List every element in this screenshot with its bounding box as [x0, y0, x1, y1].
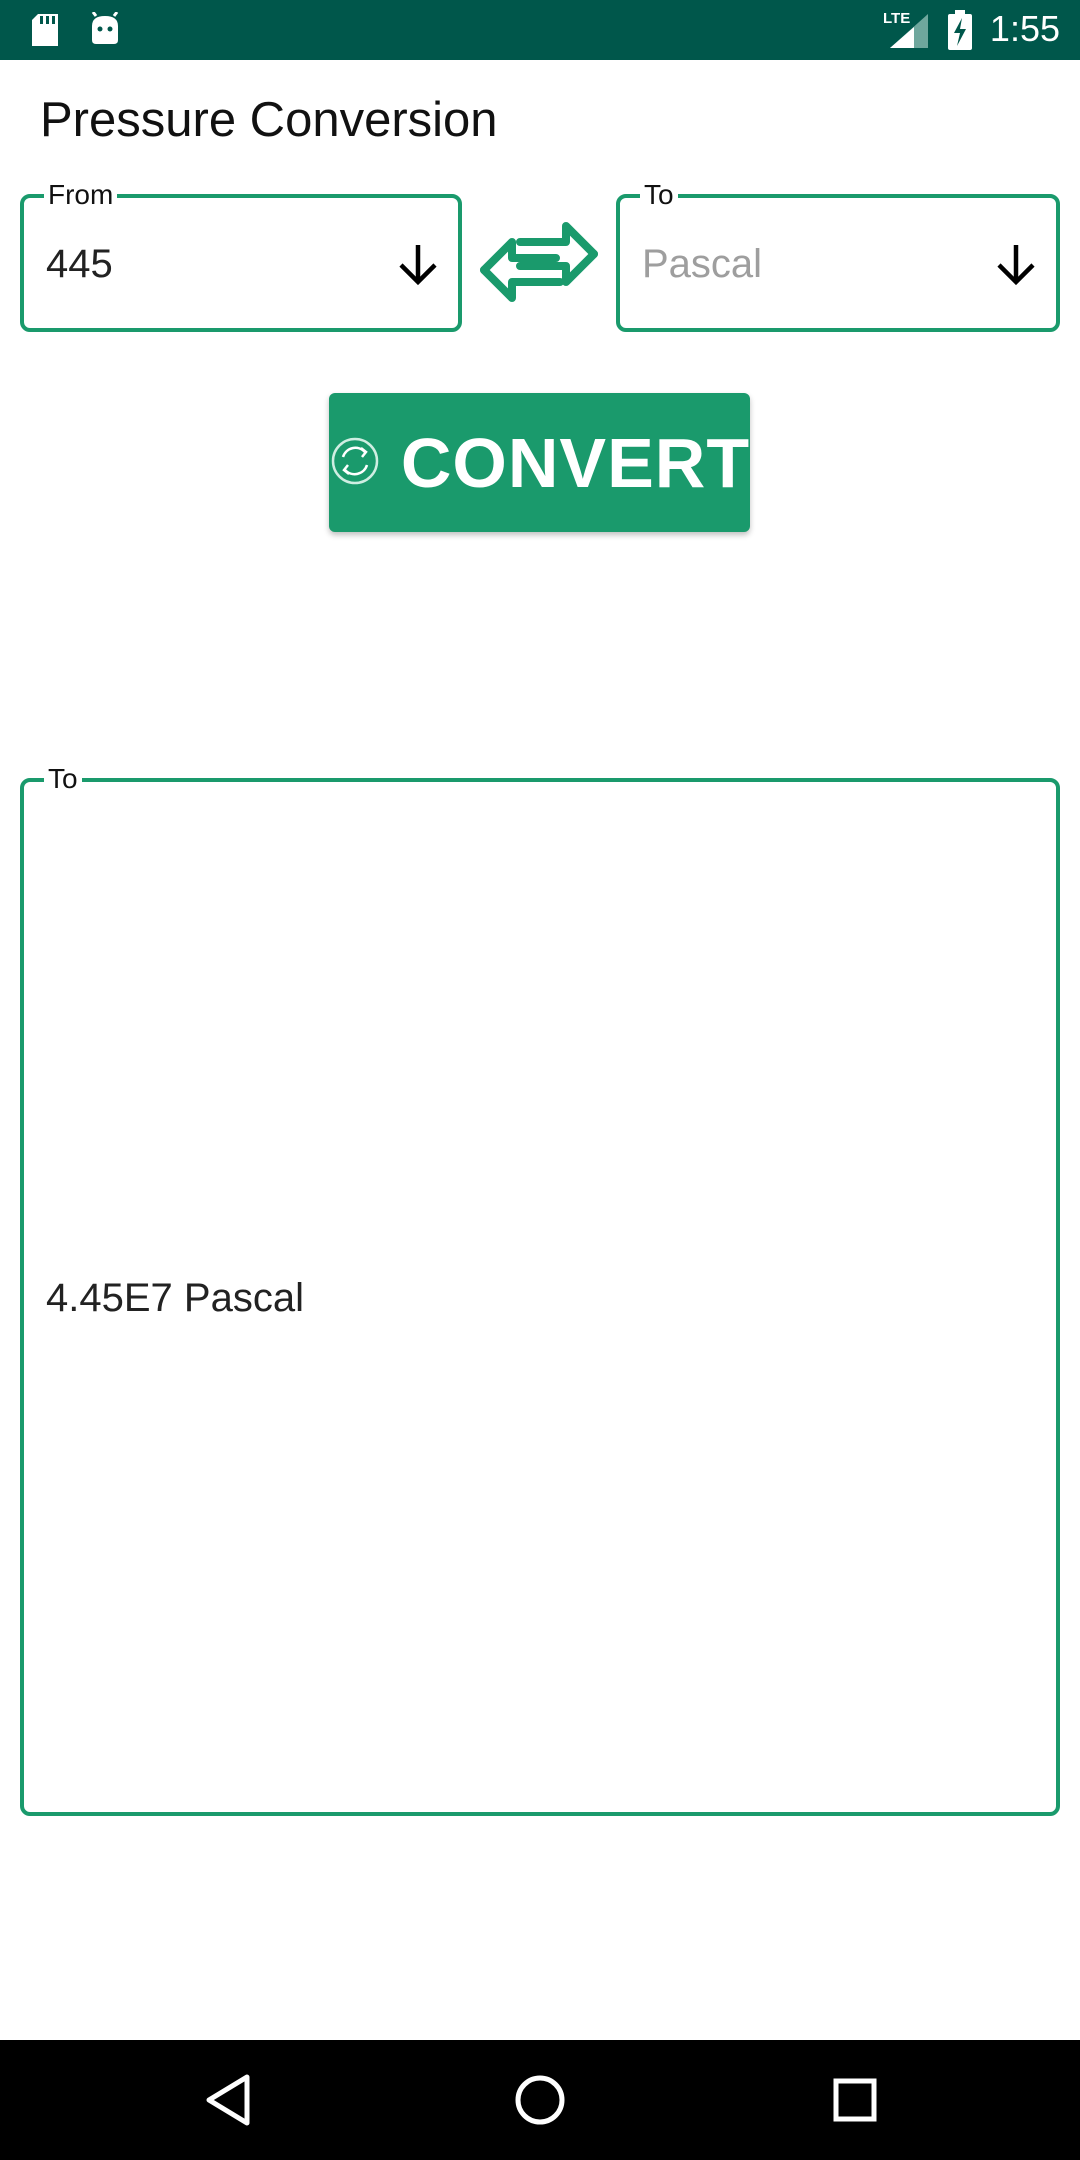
convert-label: CONVERT — [400, 423, 751, 502]
to-label: To — [640, 178, 678, 212]
from-value: 445 — [46, 242, 113, 286]
navigation-bar — [0, 2040, 1080, 2160]
android-icon — [88, 11, 122, 53]
result-field: To 4.45E7 Pascal — [20, 762, 1060, 1816]
status-bar: LTE 1:55 — [0, 0, 1080, 60]
recents-icon[interactable] — [815, 2060, 895, 2140]
convert-button[interactable]: CONVERT — [329, 393, 750, 532]
page-title: Pressure Conversion — [40, 93, 498, 147]
signal-icon — [890, 14, 928, 53]
to-field[interactable]: To Pascal — [616, 178, 1060, 332]
result-text: 4.45E7 Pascal — [46, 1276, 304, 1320]
from-label: From — [44, 178, 118, 212]
arrow-down-icon[interactable] — [392, 238, 444, 290]
arrow-down-icon[interactable] — [990, 238, 1042, 290]
back-icon[interactable] — [188, 2060, 268, 2140]
clock: 1:55 — [989, 8, 1060, 49]
swap-units-icon[interactable] — [480, 212, 598, 312]
from-field[interactable]: From 445 — [20, 178, 462, 332]
battery-charging-icon — [948, 10, 972, 55]
to-placeholder: Pascal — [642, 242, 763, 286]
result-label: To — [44, 762, 82, 796]
refresh-icon — [329, 435, 381, 490]
sd-card-icon — [30, 12, 60, 53]
home-icon[interactable] — [500, 2060, 580, 2140]
